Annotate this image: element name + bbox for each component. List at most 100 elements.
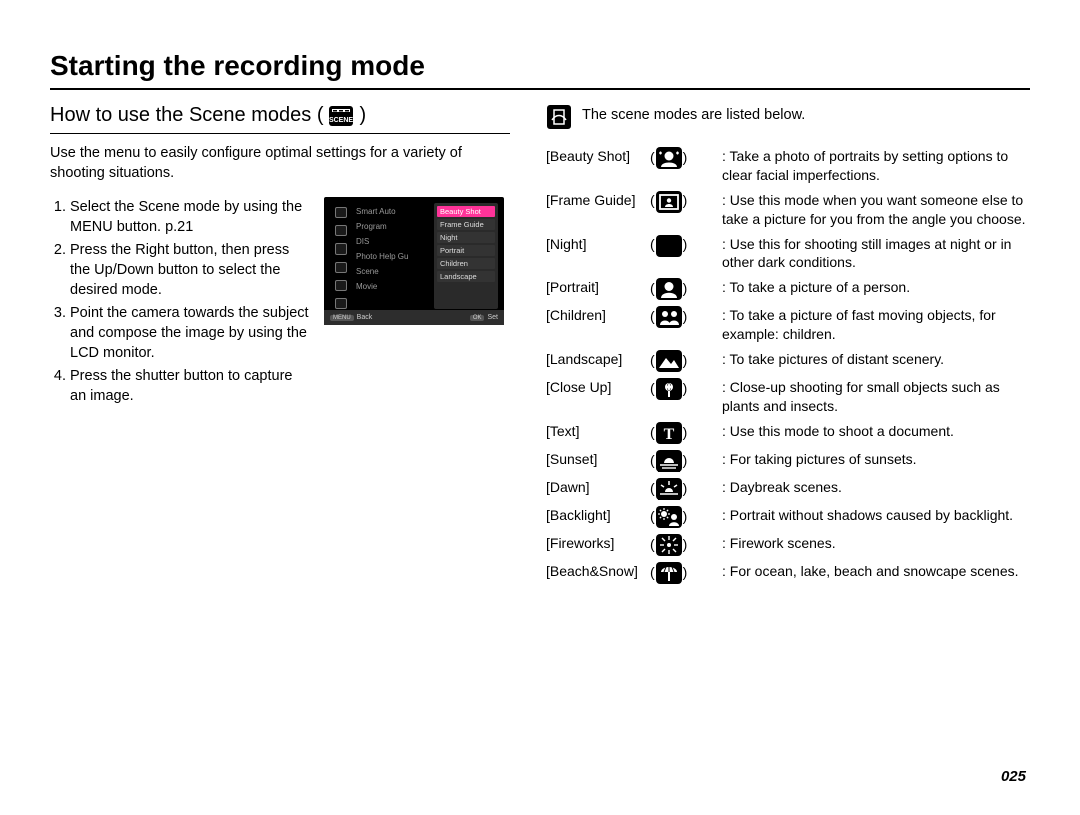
beachsnow-icon bbox=[656, 562, 682, 584]
mode-icon-cell: ( ) bbox=[650, 188, 722, 232]
mode-name: [Text] bbox=[546, 419, 650, 447]
text-icon bbox=[656, 422, 682, 444]
page-number: 025 bbox=[1001, 768, 1026, 785]
note-text: The scene modes are listed below. bbox=[582, 104, 805, 123]
step-item: Point the camera towards the subject and… bbox=[70, 303, 310, 364]
mode-name: [Beauty Shot] bbox=[546, 144, 650, 188]
lcd-left-icon bbox=[335, 207, 347, 218]
note-icon bbox=[546, 104, 572, 130]
scene-modes-table: [Beauty Shot]( ): Take a photo of portra… bbox=[546, 144, 1030, 587]
lcd-left-icon bbox=[335, 298, 347, 309]
subtitle-close: ) bbox=[359, 104, 366, 127]
mode-icon-cell: ( ) bbox=[650, 559, 722, 587]
portrait-icon bbox=[656, 278, 682, 300]
lcd-left-icon bbox=[335, 280, 347, 291]
table-row: [Text]( ): Use this mode to shoot a docu… bbox=[546, 419, 1030, 447]
mode-icon-cell: ( ) bbox=[650, 275, 722, 303]
mode-icon-cell: ( ) bbox=[650, 475, 722, 503]
step-item: Select the Scene mode by using the MENU … bbox=[70, 197, 310, 238]
page-title: Starting the recording mode bbox=[50, 50, 1030, 90]
camera-lcd-preview: Smart Auto Program DIS Photo Help Gu Sce… bbox=[324, 197, 504, 325]
lcd-mode-row: Photo Help Gu bbox=[356, 252, 434, 261]
table-row: [Frame Guide]( ): Use this mode when you… bbox=[546, 188, 1030, 232]
mode-name: [Backlight] bbox=[546, 503, 650, 531]
mode-icon-cell: ( ) bbox=[650, 303, 722, 347]
mode-icon-cell: ( ) bbox=[650, 375, 722, 419]
mode-description: : For ocean, lake, beach and snowcape sc… bbox=[722, 559, 1030, 587]
mode-description: : Daybreak scenes. bbox=[722, 475, 1030, 503]
lcd-mode-row: Smart Auto bbox=[356, 207, 434, 216]
table-row: [Sunset]( ): For taking pictures of suns… bbox=[546, 447, 1030, 475]
closeup-icon bbox=[656, 378, 682, 400]
lcd-mode-row: Program bbox=[356, 222, 434, 231]
backlight-icon bbox=[656, 506, 682, 528]
mode-name: [Night] bbox=[546, 232, 650, 276]
mode-name: [Frame Guide] bbox=[546, 188, 650, 232]
steps-list: Select the Scene mode by using the MENU … bbox=[50, 197, 310, 408]
lcd-mode-row: Scene bbox=[356, 267, 434, 276]
fireworks-icon bbox=[656, 534, 682, 556]
table-row: [Beauty Shot]( ): Take a photo of portra… bbox=[546, 144, 1030, 188]
table-row: [Backlight]( ): Portrait without shadows… bbox=[546, 503, 1030, 531]
lcd-scene-item: Frame Guide bbox=[437, 219, 495, 230]
table-row: [Dawn]( ): Daybreak scenes. bbox=[546, 475, 1030, 503]
mode-name: [Close Up] bbox=[546, 375, 650, 419]
lcd-scene-item: Portrait bbox=[437, 245, 495, 256]
mode-description: : For taking pictures of sunsets. bbox=[722, 447, 1030, 475]
mode-name: [Portrait] bbox=[546, 275, 650, 303]
subtitle-text: How to use the Scene modes ( bbox=[50, 104, 323, 127]
table-row: [Portrait]( ): To take a picture of a pe… bbox=[546, 275, 1030, 303]
mode-description: : Use this mode to shoot a document. bbox=[722, 419, 1030, 447]
mode-description: : To take pictures of distant scenery. bbox=[722, 347, 1030, 375]
table-row: [Close Up]( ): Close-up shooting for sma… bbox=[546, 375, 1030, 419]
step-item: Press the Right button, then press the U… bbox=[70, 240, 310, 301]
lcd-mode-row: Movie bbox=[356, 282, 434, 291]
dawn-icon bbox=[656, 478, 682, 500]
mode-description: : Portrait without shadows caused by bac… bbox=[722, 503, 1030, 531]
table-row: [Night]( ): Use this for shooting still … bbox=[546, 232, 1030, 276]
mode-icon-cell: ( ) bbox=[650, 503, 722, 531]
landscape-icon bbox=[656, 350, 682, 372]
mode-description: : Close-up shooting for small objects su… bbox=[722, 375, 1030, 419]
intro-text: Use the menu to easily configure optimal… bbox=[50, 144, 510, 183]
step-item: Press the shutter button to capture an i… bbox=[70, 366, 310, 407]
mode-description: : Firework scenes. bbox=[722, 531, 1030, 559]
mode-description: : Take a photo of portraits by setting o… bbox=[722, 144, 1030, 188]
lcd-footer-right: OKSet bbox=[470, 314, 498, 321]
section-subtitle: How to use the Scene modes ( ) bbox=[50, 104, 510, 134]
mode-icon-cell: ( ) bbox=[650, 232, 722, 276]
lcd-left-icon bbox=[335, 262, 347, 273]
lcd-scene-item: Children bbox=[437, 258, 495, 269]
mode-name: [Dawn] bbox=[546, 475, 650, 503]
table-row: [Children]( ): To take a picture of fast… bbox=[546, 303, 1030, 347]
mode-description: : Use this mode when you want someone el… bbox=[722, 188, 1030, 232]
scene-mode-icon bbox=[329, 106, 353, 126]
mode-name: [Beach&Snow] bbox=[546, 559, 650, 587]
mode-description: : To take a picture of fast moving objec… bbox=[722, 303, 1030, 347]
table-row: [Beach&Snow]( ): For ocean, lake, beach … bbox=[546, 559, 1030, 587]
table-row: [Landscape]( ): To take pictures of dist… bbox=[546, 347, 1030, 375]
mode-name: [Landscape] bbox=[546, 347, 650, 375]
lcd-left-icon bbox=[335, 243, 347, 254]
mode-icon-cell: ( ) bbox=[650, 144, 722, 188]
beauty-icon bbox=[656, 147, 682, 169]
mode-icon-cell: ( ) bbox=[650, 447, 722, 475]
lcd-footer-left: MENUBack bbox=[330, 314, 372, 321]
children-icon bbox=[656, 306, 682, 328]
mode-icon-cell: ( ) bbox=[650, 419, 722, 447]
lcd-scene-item: Night bbox=[437, 232, 495, 243]
table-row: [Fireworks]( ): Firework scenes. bbox=[546, 531, 1030, 559]
lcd-left-icon bbox=[335, 225, 347, 236]
lcd-scene-item: Landscape bbox=[437, 271, 495, 282]
mode-icon-cell: ( ) bbox=[650, 347, 722, 375]
mode-name: [Fireworks] bbox=[546, 531, 650, 559]
mode-name: [Children] bbox=[546, 303, 650, 347]
night-icon bbox=[656, 235, 682, 257]
mode-description: : To take a picture of a person. bbox=[722, 275, 1030, 303]
lcd-mode-row: DIS bbox=[356, 237, 434, 246]
sunset-icon bbox=[656, 450, 682, 472]
lcd-scene-item: Beauty Shot bbox=[437, 206, 495, 217]
mode-description: : Use this for shooting still images at … bbox=[722, 232, 1030, 276]
mode-name: [Sunset] bbox=[546, 447, 650, 475]
mode-icon-cell: ( ) bbox=[650, 531, 722, 559]
